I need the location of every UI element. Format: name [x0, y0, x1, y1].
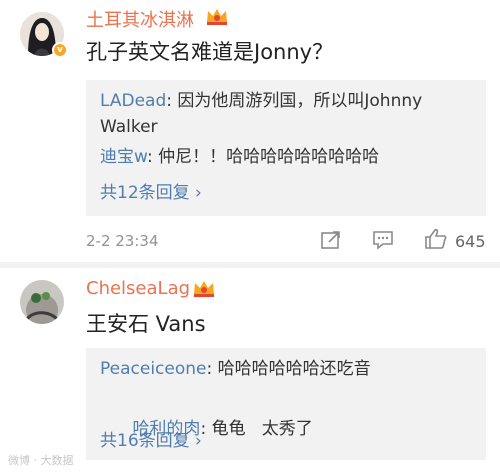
- avatar[interactable]: [20, 280, 64, 324]
- membership-crown-icon: [207, 9, 227, 25]
- reply-username[interactable]: LADead: [100, 91, 166, 111]
- verified-badge-icon: v: [52, 42, 68, 58]
- reply-item[interactable]: Peaceiceone: 哈哈哈哈哈哈还吃音: [100, 356, 371, 382]
- reply-text: 哈哈哈哈哈哈还吃音: [217, 359, 371, 379]
- like-count: 645: [455, 232, 486, 251]
- reply-item[interactable]: 迪宝w: 仲尼！！哈哈哈哈哈哈哈哈哈: [100, 144, 379, 170]
- reply-separator: :: [206, 359, 218, 379]
- comment-item: ChelseaLag 王安石 Vans Peaceiceone: 哈哈哈哈哈哈还…: [0, 268, 500, 472]
- view-more-replies-link[interactable]: 共12条回复 ›: [100, 178, 202, 203]
- reply-separator: :: [166, 91, 178, 111]
- comment-text: 王安石 Vans: [86, 312, 206, 336]
- view-more-replies-link[interactable]: 共16条回复 ›: [100, 426, 202, 451]
- reply-text: 龟龟 太秀了: [211, 419, 313, 439]
- repost-icon[interactable]: [320, 230, 342, 250]
- username[interactable]: 土耳其冰淇淋: [86, 6, 194, 32]
- username[interactable]: ChelseaLag: [86, 278, 190, 299]
- comment-text: 孔子英文名难道是Jonny？: [86, 40, 334, 64]
- watermark: 微博 · 大数据: [8, 454, 74, 467]
- comment-item: v 土耳其冰淇淋 孔子英文名难道是Jonny？ LADead: 因为他周游列国，…: [0, 0, 500, 262]
- comment-icon[interactable]: [372, 230, 394, 250]
- like-thumb-icon[interactable]: [424, 228, 448, 250]
- reply-separator: :: [146, 147, 159, 167]
- reply-box: LADead: 因为他周游列国，所以叫Johnny Walker 迪宝w: 仲尼…: [86, 80, 486, 216]
- comment-timestamp: 2-2 23:34: [86, 232, 159, 250]
- reply-username[interactable]: Peaceiceone: [100, 359, 207, 379]
- reply-item[interactable]: LADead: 因为他周游列国，所以叫Johnny Walker: [100, 88, 470, 140]
- reply-text: 仲尼！！哈哈哈哈哈哈哈哈哈: [158, 147, 380, 167]
- reply-username[interactable]: 迪宝w: [100, 147, 147, 167]
- membership-crown-icon: [194, 281, 214, 297]
- reply-separator: :: [200, 419, 212, 439]
- reply-box: Peaceiceone: 哈哈哈哈哈哈还吃音 哈利的肉: 龟龟 太秀了 共16条…: [86, 348, 486, 460]
